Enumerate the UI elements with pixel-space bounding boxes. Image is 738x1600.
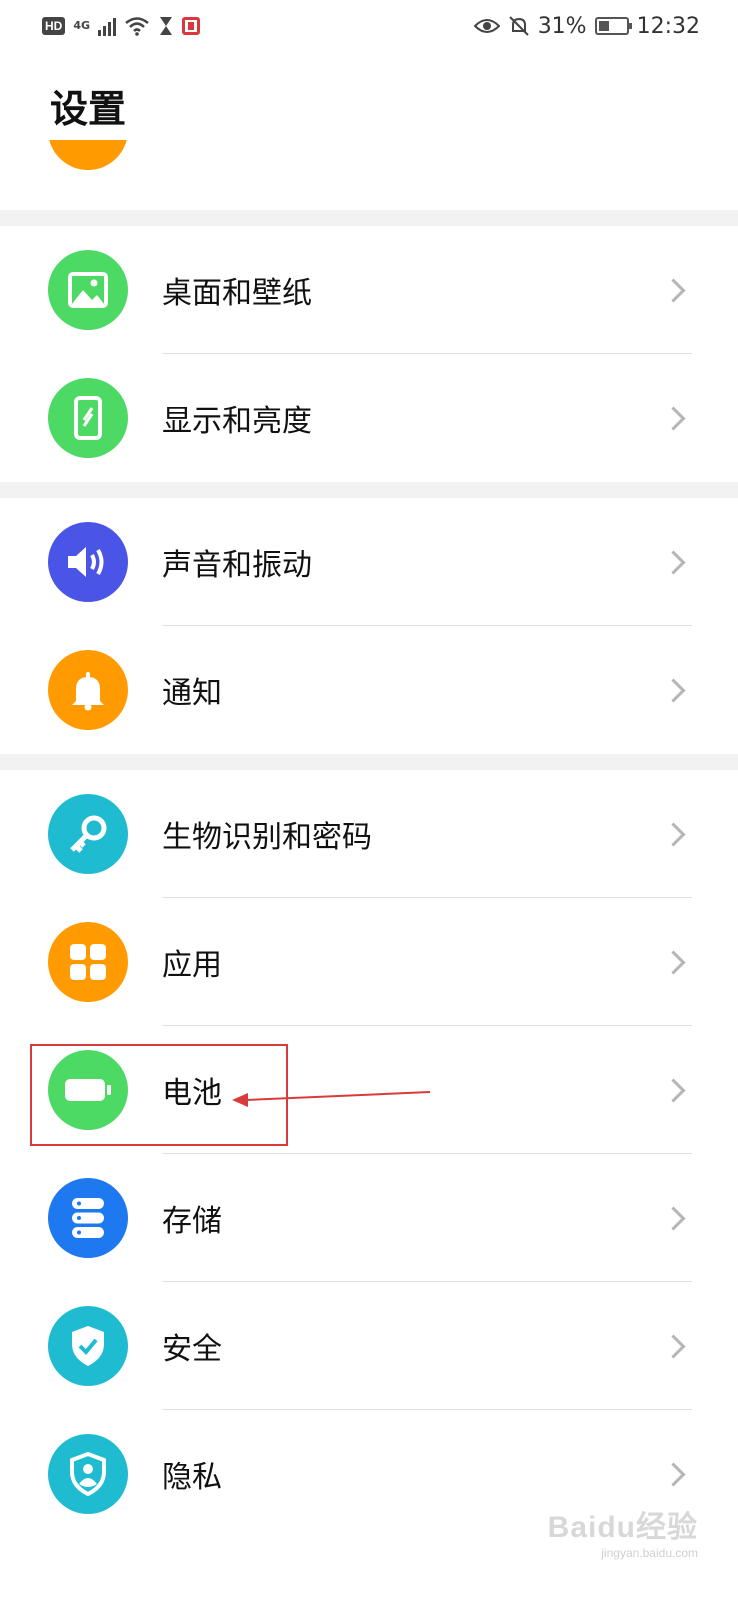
watermark-text: Baidu经验	[547, 1511, 698, 1544]
wallpaper-icon	[48, 250, 128, 330]
sound-icon	[48, 522, 128, 602]
hd-badge: HD	[42, 17, 66, 35]
settings-group-sound: 声音和振动 通知	[0, 498, 738, 754]
apps-icon	[48, 922, 128, 1002]
partial-list-item[interactable]	[0, 140, 738, 210]
signal-icon	[98, 16, 117, 36]
storage-icon	[48, 1178, 128, 1258]
settings-group-system: 生物识别和密码 应用 电池 存储 安全 隐私	[0, 770, 738, 1538]
section-gap	[0, 482, 738, 498]
red-app-icon	[182, 17, 201, 35]
wifi-icon	[125, 17, 149, 36]
section-gap	[0, 754, 738, 770]
watermark: Baidu经验 jingyan.baidu.com	[548, 1502, 698, 1560]
display-icon	[48, 378, 128, 458]
list-item-storage[interactable]: 存储	[0, 1154, 738, 1282]
shield-check-icon	[48, 1306, 128, 1386]
list-item-wallpaper[interactable]: 桌面和壁纸	[0, 226, 738, 354]
sound-label: 声音和振动	[162, 548, 312, 583]
chevron-right-icon	[661, 677, 686, 703]
list-item-security[interactable]: 安全	[0, 1282, 738, 1410]
status-bar: HD 4G 31% 12:32	[0, 0, 738, 52]
annotation-arrow-icon	[232, 1091, 431, 1107]
bell-icon	[48, 650, 128, 730]
list-item-display[interactable]: 显示和亮度	[0, 354, 738, 482]
apps-label: 应用	[162, 948, 222, 983]
status-bar-left: HD 4G	[42, 16, 201, 36]
watermark-sub: jingyan.baidu.com	[601, 1546, 698, 1560]
chevron-right-icon	[661, 1205, 686, 1231]
notification-label: 通知	[162, 676, 222, 711]
chevron-right-icon	[661, 1077, 686, 1103]
chevron-right-icon	[661, 821, 686, 847]
battery-icon	[594, 17, 632, 35]
list-item-biometrics[interactable]: 生物识别和密码	[0, 770, 738, 898]
key-icon	[48, 794, 128, 874]
chevron-right-icon	[661, 1461, 686, 1487]
battery-percent: 31%	[537, 13, 587, 39]
partial-orange-icon	[48, 140, 128, 170]
display-label: 显示和亮度	[162, 404, 312, 439]
network-type: 4G	[73, 19, 91, 32]
hourglass-icon	[160, 17, 173, 35]
chevron-right-icon	[661, 277, 686, 303]
chevron-right-icon	[661, 405, 686, 431]
privacy-icon	[48, 1434, 128, 1514]
biometrics-label: 生物识别和密码	[162, 820, 372, 855]
security-label: 安全	[162, 1332, 222, 1367]
section-gap	[0, 210, 738, 226]
bell-off-icon	[508, 16, 529, 36]
list-item-sound[interactable]: 声音和振动	[0, 498, 738, 626]
privacy-label: 隐私	[162, 1460, 222, 1495]
list-item-notification[interactable]: 通知	[0, 626, 738, 754]
wallpaper-label: 桌面和壁纸	[162, 276, 312, 311]
settings-group-display: 桌面和壁纸 显示和亮度	[0, 226, 738, 482]
chevron-right-icon	[661, 949, 686, 975]
storage-label: 存储	[162, 1204, 222, 1239]
clock: 12:32	[636, 13, 700, 39]
page-title: 设置	[50, 87, 127, 131]
status-bar-right: 31% 12:32	[473, 13, 700, 39]
eye-icon	[473, 19, 500, 33]
chevron-right-icon	[661, 1333, 686, 1359]
list-item-apps[interactable]: 应用	[0, 898, 738, 1026]
chevron-right-icon	[661, 549, 686, 575]
